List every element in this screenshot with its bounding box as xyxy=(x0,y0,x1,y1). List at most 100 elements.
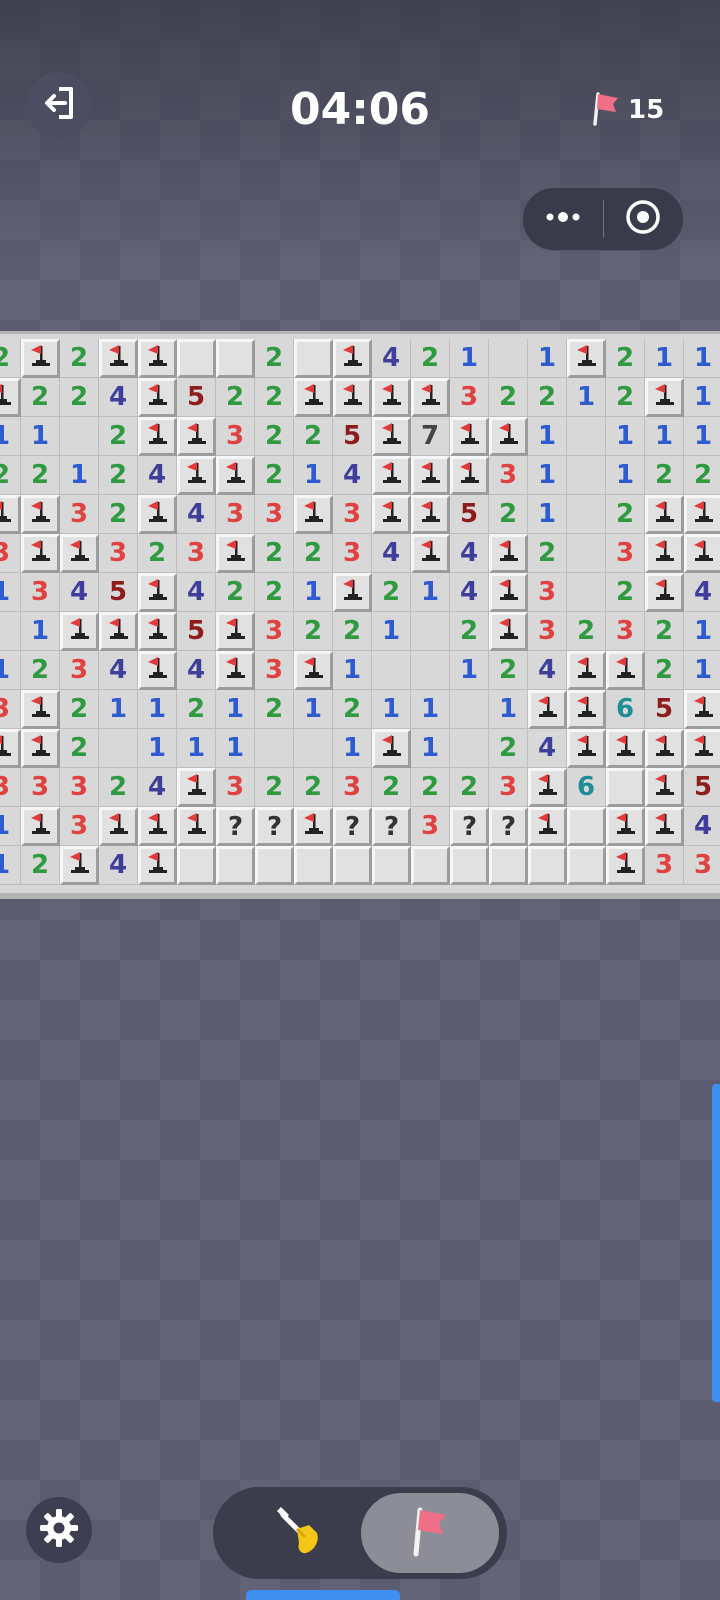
flagged-cell[interactable] xyxy=(411,534,450,573)
more-button[interactable] xyxy=(523,188,603,250)
flagged-cell[interactable] xyxy=(216,612,255,651)
flagged-cell[interactable] xyxy=(177,456,216,495)
question-cell[interactable]: ? xyxy=(216,807,255,846)
flag-mode-button[interactable] xyxy=(361,1493,499,1573)
flagged-cell[interactable] xyxy=(450,417,489,456)
flagged-cell[interactable] xyxy=(333,573,372,612)
flagged-cell[interactable] xyxy=(333,378,372,417)
flagged-cell[interactable] xyxy=(294,651,333,690)
unrevealed-cell[interactable] xyxy=(294,846,333,885)
flagged-cell[interactable] xyxy=(567,729,606,768)
question-cell[interactable]: ? xyxy=(333,807,372,846)
question-cell[interactable]: ? xyxy=(372,807,411,846)
flagged-cell[interactable] xyxy=(567,339,606,378)
flagged-cell[interactable] xyxy=(645,534,684,573)
flagged-cell[interactable] xyxy=(294,378,333,417)
flagged-cell[interactable] xyxy=(372,456,411,495)
flagged-cell[interactable] xyxy=(138,846,177,885)
flagged-cell[interactable] xyxy=(645,573,684,612)
flagged-cell[interactable] xyxy=(99,339,138,378)
flagged-cell[interactable] xyxy=(21,534,60,573)
flagged-cell[interactable] xyxy=(333,339,372,378)
flagged-cell[interactable] xyxy=(372,729,411,768)
scroll-indicator[interactable] xyxy=(712,1084,720,1402)
flagged-cell[interactable] xyxy=(177,768,216,807)
flagged-cell[interactable] xyxy=(216,651,255,690)
flagged-cell[interactable] xyxy=(0,495,21,534)
flagged-cell[interactable] xyxy=(21,729,60,768)
flagged-cell[interactable] xyxy=(606,729,645,768)
flagged-cell[interactable] xyxy=(489,534,528,573)
question-cell[interactable]: ? xyxy=(489,807,528,846)
flagged-cell[interactable] xyxy=(138,417,177,456)
flagged-cell[interactable] xyxy=(177,417,216,456)
flagged-cell[interactable] xyxy=(0,729,21,768)
flagged-cell[interactable] xyxy=(138,612,177,651)
flagged-cell[interactable] xyxy=(645,495,684,534)
question-cell[interactable]: ? xyxy=(255,807,294,846)
flagged-cell[interactable] xyxy=(60,534,99,573)
flagged-cell[interactable] xyxy=(216,456,255,495)
flagged-cell[interactable] xyxy=(138,495,177,534)
unrevealed-cell[interactable] xyxy=(177,846,216,885)
flagged-cell[interactable] xyxy=(606,846,645,885)
flagged-cell[interactable] xyxy=(606,807,645,846)
unrevealed-cell[interactable] xyxy=(450,846,489,885)
flagged-cell[interactable] xyxy=(411,378,450,417)
flagged-cell[interactable] xyxy=(411,495,450,534)
unrevealed-cell[interactable] xyxy=(177,339,216,378)
flagged-cell[interactable] xyxy=(489,573,528,612)
flagged-cell[interactable] xyxy=(645,807,684,846)
flagged-cell[interactable] xyxy=(606,651,645,690)
flagged-cell[interactable] xyxy=(645,729,684,768)
flagged-cell[interactable] xyxy=(528,690,567,729)
flagged-cell[interactable] xyxy=(372,495,411,534)
flagged-cell[interactable] xyxy=(294,495,333,534)
flagged-cell[interactable] xyxy=(21,807,60,846)
unrevealed-cell[interactable] xyxy=(333,846,372,885)
flagged-cell[interactable] xyxy=(684,495,720,534)
flagged-cell[interactable] xyxy=(372,378,411,417)
unrevealed-cell[interactable] xyxy=(372,846,411,885)
flagged-cell[interactable] xyxy=(99,807,138,846)
flagged-cell[interactable] xyxy=(528,807,567,846)
flagged-cell[interactable] xyxy=(138,651,177,690)
flagged-cell[interactable] xyxy=(216,534,255,573)
flagged-cell[interactable] xyxy=(138,573,177,612)
flagged-cell[interactable] xyxy=(489,612,528,651)
flagged-cell[interactable] xyxy=(177,807,216,846)
dig-mode-button[interactable] xyxy=(227,1493,363,1573)
flagged-cell[interactable] xyxy=(645,768,684,807)
flagged-cell[interactable] xyxy=(294,807,333,846)
flagged-cell[interactable] xyxy=(21,339,60,378)
unrevealed-cell[interactable] xyxy=(528,846,567,885)
flagged-cell[interactable] xyxy=(0,378,21,417)
close-button[interactable] xyxy=(604,188,684,250)
flagged-cell[interactable] xyxy=(567,651,606,690)
exit-button[interactable] xyxy=(26,72,92,138)
unrevealed-cell[interactable] xyxy=(489,846,528,885)
flagged-cell[interactable] xyxy=(684,690,720,729)
flagged-cell[interactable] xyxy=(138,378,177,417)
unrevealed-cell[interactable] xyxy=(216,339,255,378)
unrevealed-cell[interactable] xyxy=(411,846,450,885)
unrevealed-cell[interactable] xyxy=(294,339,333,378)
flagged-cell[interactable] xyxy=(411,456,450,495)
flagged-cell[interactable] xyxy=(60,846,99,885)
unrevealed-cell[interactable] xyxy=(255,846,294,885)
flagged-cell[interactable] xyxy=(60,612,99,651)
flagged-cell[interactable] xyxy=(21,690,60,729)
flagged-cell[interactable] xyxy=(372,417,411,456)
flagged-cell[interactable] xyxy=(645,378,684,417)
flagged-cell[interactable] xyxy=(450,456,489,495)
flagged-cell[interactable] xyxy=(528,768,567,807)
flagged-cell[interactable] xyxy=(138,807,177,846)
settings-button[interactable] xyxy=(26,1497,92,1563)
unrevealed-cell[interactable] xyxy=(216,846,255,885)
unrevealed-cell[interactable] xyxy=(606,768,645,807)
question-cell[interactable]: ? xyxy=(450,807,489,846)
unrevealed-cell[interactable] xyxy=(567,846,606,885)
flagged-cell[interactable] xyxy=(684,729,720,768)
flagged-cell[interactable] xyxy=(138,339,177,378)
flagged-cell[interactable] xyxy=(567,690,606,729)
